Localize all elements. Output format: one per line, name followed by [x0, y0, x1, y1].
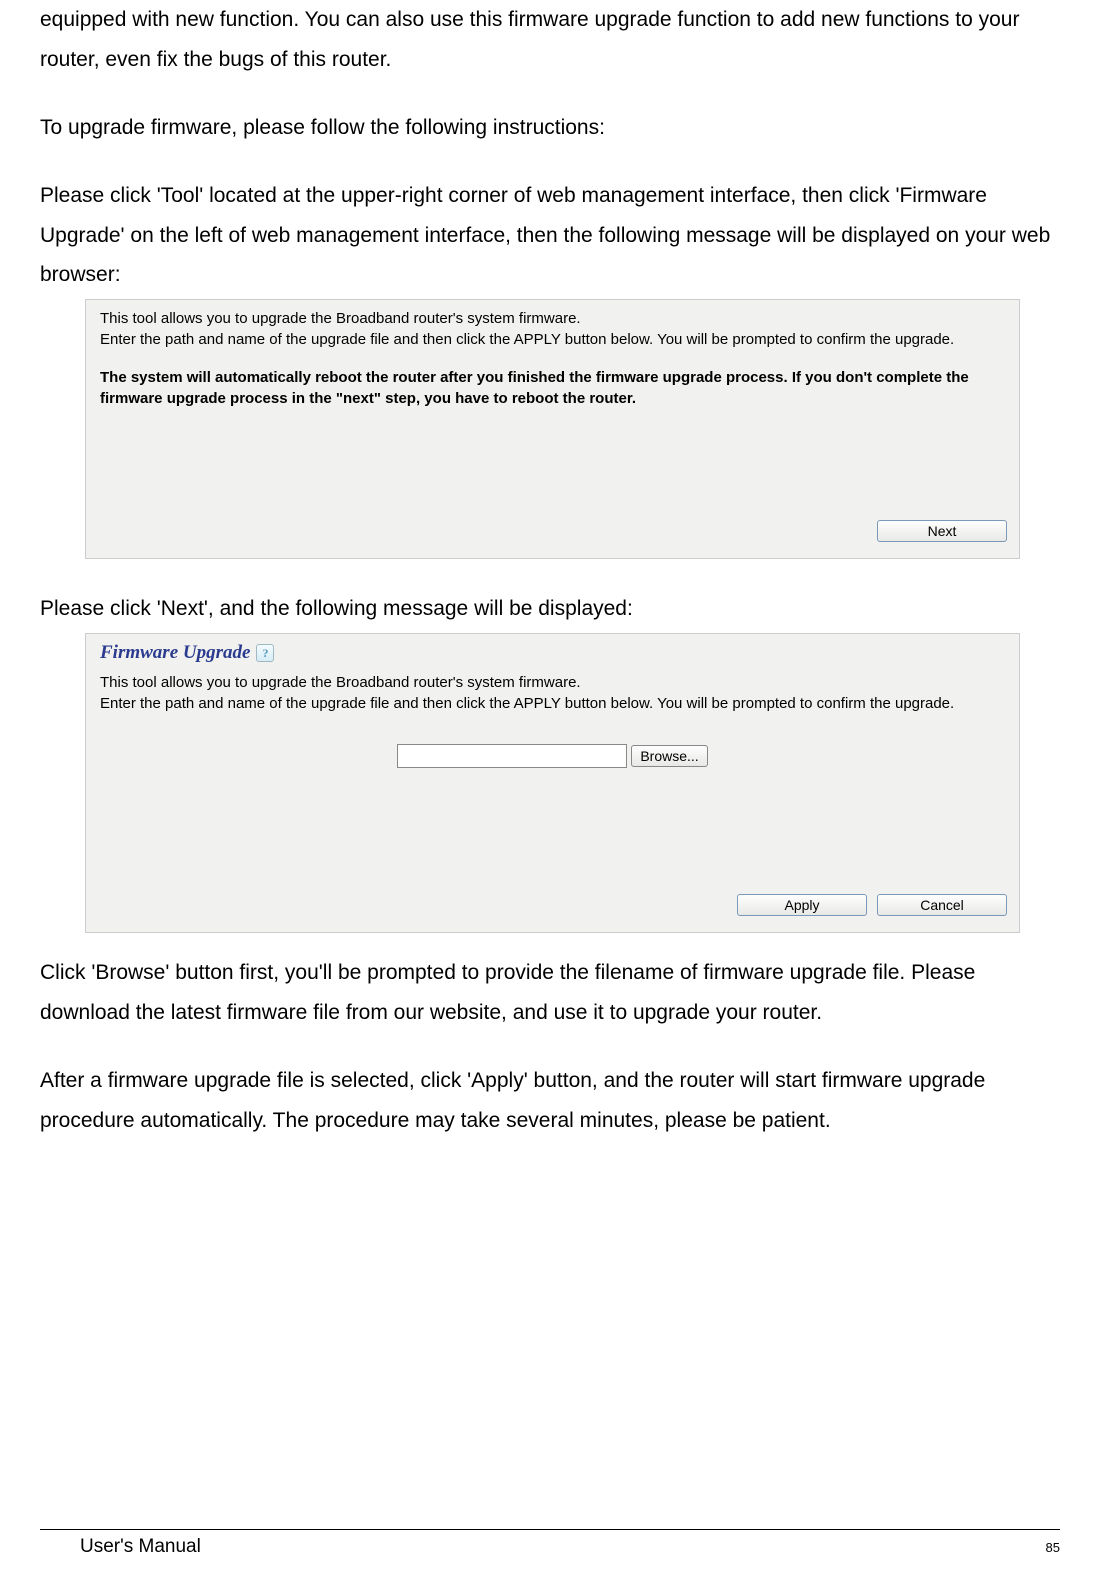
paragraph-step1: Please click 'Tool' located at the upper… [40, 176, 1060, 296]
panel1-line2: Enter the path and name of the upgrade f… [100, 329, 1005, 350]
panel2-heading-text: Firmware Upgrade [100, 642, 250, 664]
page-number: 85 [1046, 1540, 1060, 1555]
page-footer: User's Manual 85 [40, 1529, 1060, 1558]
panel1-bold-warning: The system will automatically reboot the… [100, 368, 1005, 409]
help-icon: ? [256, 644, 274, 662]
paragraph-instructions-heading: To upgrade firmware, please follow the f… [40, 108, 1060, 148]
screenshot-panel-1: This tool allows you to upgrade the Broa… [85, 299, 1020, 559]
panel2-heading: Firmware Upgrade ? [100, 642, 1005, 664]
panel2-line2: Enter the path and name of the upgrade f… [100, 693, 1005, 714]
panel2-line1: This tool allows you to upgrade the Broa… [100, 672, 1005, 693]
cancel-button[interactable]: Cancel [877, 894, 1007, 916]
footer-rule [40, 1529, 1060, 1530]
paragraph-apply-instructions: After a firmware upgrade file is selecte… [40, 1061, 1060, 1141]
footer-title: User's Manual [40, 1536, 201, 1558]
file-upload-row: Browse... [100, 744, 1005, 768]
paragraph-intro: equipped with new function. You can also… [40, 0, 1060, 80]
next-button[interactable]: Next [877, 520, 1007, 542]
paragraph-browse-instructions: Click 'Browse' button first, you'll be p… [40, 953, 1060, 1033]
browse-button[interactable]: Browse... [631, 745, 707, 767]
apply-button[interactable]: Apply [737, 894, 867, 916]
panel1-line1: This tool allows you to upgrade the Broa… [100, 308, 1005, 329]
paragraph-step2: Please click 'Next', and the following m… [40, 589, 1060, 629]
firmware-file-input[interactable] [397, 744, 627, 768]
screenshot-panel-2: Firmware Upgrade ? This tool allows you … [85, 633, 1020, 933]
